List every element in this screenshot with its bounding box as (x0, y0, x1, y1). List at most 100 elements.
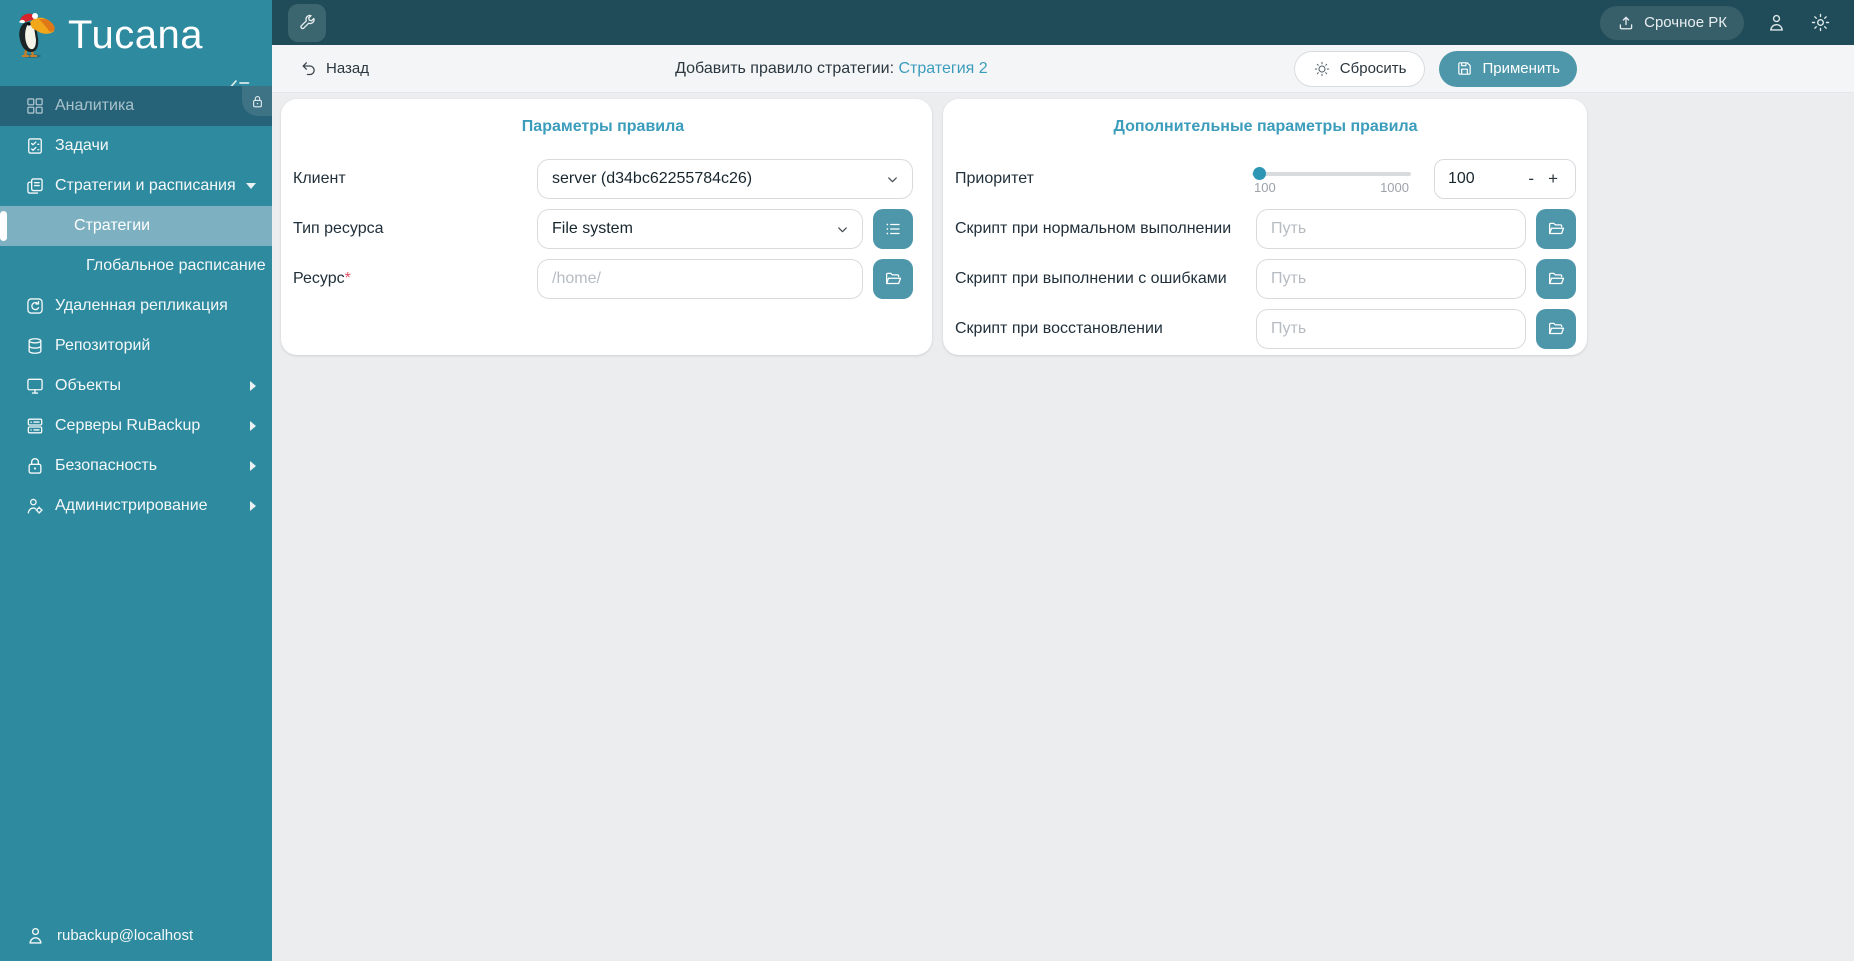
sidebar-item-label: Объекты (55, 377, 121, 394)
header-buttons: Сбросить Применить (1293, 50, 1577, 87)
settings-gear-icon[interactable] (1808, 11, 1832, 35)
script-path-input[interactable] (1256, 309, 1526, 349)
script-rows: Скрипт при нормальном выполнении Скрипт п… (955, 209, 1576, 349)
resource-type-select[interactable]: File system (537, 209, 863, 249)
priority-number-box: 100 - + (1434, 159, 1576, 199)
script-browse-button[interactable] (1536, 259, 1576, 299)
sidebar: Tucana Аналитика Задачи Стратегии и распис… (0, 0, 272, 961)
tasks-icon (24, 135, 46, 157)
topbar-right: Срочное РК (1600, 5, 1832, 40)
sidebar-item[interactable]: Удаленная репликация (0, 286, 272, 326)
resource-input[interactable] (537, 259, 863, 299)
extra-params-card: Дополнительные параметры правила Приорит… (943, 99, 1587, 355)
strategy-link[interactable]: Стратегия 2 (898, 60, 987, 77)
slider-max-label: 1000 (1380, 180, 1409, 195)
folder-open-icon (1547, 270, 1565, 288)
sidebar-item[interactable]: Объекты (0, 366, 272, 406)
sidebar-subitem-label: Стратегии (74, 217, 151, 234)
sidebar-item-label: Задачи (55, 137, 109, 154)
sidebar-item[interactable]: Задачи (0, 126, 272, 166)
strategies-icon (24, 175, 46, 197)
resource-label: Ресурс* (293, 270, 351, 287)
sidebar-subitem-label: Глобальное расписание (86, 257, 266, 274)
folder-open-icon (884, 270, 902, 288)
slider-min-label: 100 (1254, 180, 1276, 195)
slider-track[interactable] (1252, 172, 1411, 176)
logo: Tucana (0, 0, 272, 62)
caret-down-icon (246, 183, 256, 189)
back-undo-icon (300, 60, 317, 77)
resource-type-label: Тип ресурса (293, 220, 384, 237)
sidebar-item[interactable]: Администрирование (0, 486, 272, 526)
app-window: Tucana Аналитика Задачи Стратегии и распис… (0, 0, 1854, 961)
sidebar-item[interactable]: Безопасность (0, 446, 272, 486)
client-select[interactable]: server (d34bc62255784c26) (537, 159, 913, 199)
urgent-backup-button[interactable]: Срочное РК (1600, 5, 1744, 40)
client-row: Клиент server (d34bc62255784c26) (293, 159, 913, 199)
grid-icon (24, 95, 46, 117)
slider-labels: 100 1000 (1254, 180, 1409, 195)
sidebar-item-label: Аналитика (55, 97, 135, 114)
slider-handle[interactable] (1253, 167, 1266, 180)
sidebar-user[interactable]: rubackup@localhost (0, 909, 272, 961)
priority-label: Приоритет (955, 170, 1034, 187)
sidebar-item-label: Администрирование (55, 497, 208, 514)
sidebar-item[interactable]: Серверы RuBackup (0, 406, 272, 446)
folder-open-icon (1547, 320, 1565, 338)
priority-row: Приоритет 100 1000 100 - + (955, 159, 1576, 199)
caret-right-icon (250, 501, 256, 511)
objects-icon (24, 375, 46, 397)
page-title: Добавить правило стратегии: Стратегия 2 (369, 60, 1294, 78)
tools-button[interactable] (288, 3, 326, 42)
sidebar-user-label: rubackup@localhost (57, 926, 194, 944)
script-row: Скрипт при восстановлении (955, 309, 1576, 349)
sidebar-item-label: Стратегии и расписания (55, 177, 236, 194)
repository-icon (24, 335, 46, 357)
back-label: Назад (326, 60, 369, 77)
script-browse-button[interactable] (1536, 209, 1576, 249)
priority-value[interactable]: 100 (1448, 170, 1521, 188)
sidebar-subitem[interactable]: Глобальное расписание (0, 246, 272, 286)
priority-decrement-button[interactable]: - (1521, 169, 1541, 189)
required-asterisk: * (344, 270, 351, 287)
script-path-input[interactable] (1256, 209, 1526, 249)
apply-label: Применить (1482, 60, 1560, 77)
caret-right-icon (250, 461, 256, 471)
page-header: Назад Добавить правило стратегии: Страте… (272, 45, 1854, 93)
script-label: Скрипт при выполнении с ошибками (955, 270, 1227, 287)
priority-slider[interactable]: 100 1000 (1252, 159, 1411, 199)
main-area: Срочное РК Назад Добавить правило страте… (272, 0, 1854, 961)
priority-increment-button[interactable]: + (1541, 169, 1565, 189)
script-path-input[interactable] (1256, 259, 1526, 299)
upload-icon (1617, 14, 1635, 32)
profile-button[interactable] (1764, 11, 1788, 35)
sidebar-item-label: Удаленная репликация (55, 297, 228, 314)
servers-icon (24, 415, 46, 437)
replication-icon (24, 295, 46, 317)
reset-label: Сбросить (1339, 60, 1407, 77)
rule-params-card: Параметры правила Клиент server (d34bc62… (281, 99, 932, 355)
wrench-icon (297, 13, 317, 33)
client-select-value: server (d34bc62255784c26) (552, 170, 753, 187)
page-title-text: Добавить правило стратегии: (675, 59, 895, 77)
back-button[interactable]: Назад (300, 60, 369, 77)
tucana-logo-icon (12, 10, 58, 60)
caret-right-icon (250, 421, 256, 431)
sidebar-item-label: Безопасность (55, 457, 158, 474)
script-browse-button[interactable] (1536, 309, 1576, 349)
security-icon (24, 455, 46, 477)
sidebar-subitem[interactable]: Стратегии (0, 206, 272, 246)
sidebar-item[interactable]: Стратегии и расписания (0, 166, 272, 206)
resource-type-select-value: File system (552, 220, 633, 237)
sidebar-item-label: Серверы RuBackup (55, 417, 201, 434)
client-label: Клиент (293, 170, 346, 187)
sidebar-item[interactable]: Аналитика (0, 86, 272, 126)
resource-type-list-button[interactable] (873, 209, 913, 249)
reset-button[interactable]: Сбросить (1293, 50, 1426, 87)
apply-button[interactable]: Применить (1439, 50, 1577, 87)
urgent-backup-label: Срочное РК (1644, 14, 1727, 31)
resource-browse-button[interactable] (873, 259, 913, 299)
sidebar-item[interactable]: Репозиторий (0, 326, 272, 366)
script-label: Скрипт при нормальном выполнении (955, 220, 1232, 237)
sidebar-item-label: Репозиторий (55, 337, 151, 354)
